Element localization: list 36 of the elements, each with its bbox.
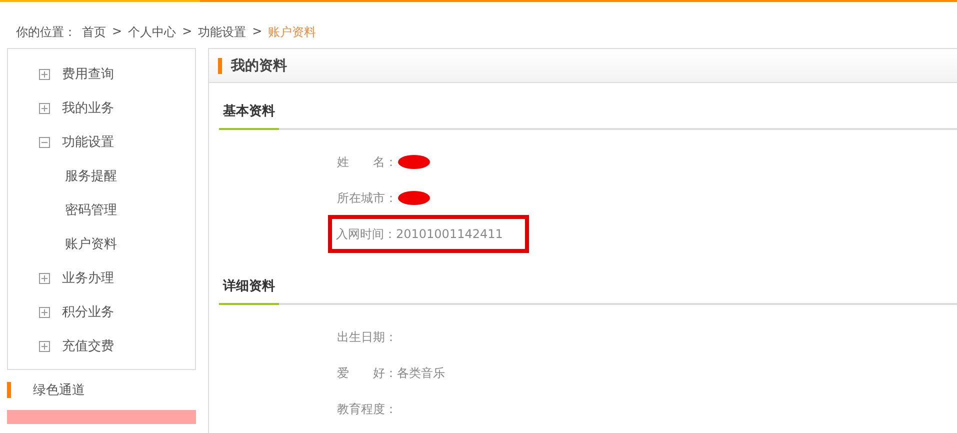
menu-item[interactable]: 功能设置 [8,125,195,159]
menu-item[interactable]: 我的业务 [8,91,195,125]
breadcrumb-label: 你的位置： [16,24,76,41]
expand-icon[interactable] [39,68,50,80]
breadcrumb-separator: > [182,24,192,38]
accent-mark [7,382,11,398]
field-label: 姓 名： [337,154,397,170]
breadcrumb-separator: > [112,24,122,38]
menu-item[interactable]: 费用查询 [8,57,195,91]
submenu-item[interactable]: 账户资料 [8,227,195,261]
menu-item[interactable]: 积分业务 [8,295,195,329]
field-value: 20101001142411 [396,227,503,241]
breadcrumb-separator: > [252,24,262,38]
section-title: 基本资料 [219,102,279,130]
panel-title: 我的资料 [231,56,287,74]
expand-icon[interactable] [39,340,50,352]
submenu-item[interactable]: 密码管理 [8,193,195,227]
accent-mark [218,58,222,74]
expand-icon[interactable] [39,306,50,318]
field-label: 所在城市： [337,190,397,206]
breadcrumb-link[interactable]: 首页 [82,24,106,41]
submenu-item[interactable]: 服务提醒 [8,159,195,193]
expand-icon[interactable] [39,272,50,284]
collapse-icon[interactable] [39,136,50,148]
section-title: 详细资料 [219,277,279,305]
menu-item[interactable]: 业务办理 [8,261,195,295]
field-label: 出生日期： [337,328,397,346]
breadcrumb-link[interactable]: 功能设置 [198,24,246,41]
breadcrumb-link[interactable]: 个人中心 [128,24,176,41]
expand-icon[interactable] [39,102,50,114]
menu-item[interactable]: 绿色通道 [33,381,85,399]
field-label: 教育程度： [337,400,397,418]
field-label: 爱 好： [337,364,397,382]
field-value: 各类音乐 [397,364,445,382]
field-label: 入网时间： [336,226,396,242]
menu-item[interactable]: 充值交费 [8,329,195,363]
